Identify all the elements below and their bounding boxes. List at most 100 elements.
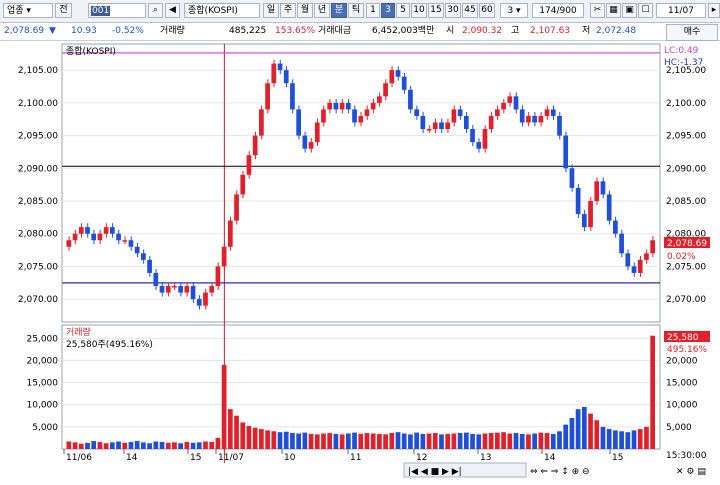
zoom-icons[interactable]: ⇔ ⇐ ⇒ ↕ ⊕ ⊖ (530, 467, 590, 477)
candle-body (271, 63, 277, 84)
grid-icon[interactable]: ▦ (606, 3, 621, 18)
code-value: 001 (91, 6, 111, 16)
volume-bar (513, 433, 519, 449)
volume-bar (650, 335, 655, 449)
checkbox-icon[interactable]: ☐ (638, 3, 653, 18)
candle-body (165, 286, 171, 293)
volume-bar (339, 434, 345, 449)
volume-tick-right: 15,000 (666, 379, 698, 389)
candle-body (283, 70, 289, 84)
period-button-3[interactable]: 년 (314, 3, 330, 18)
current-price-pct: 0.02% (667, 252, 696, 262)
volume-tick-right: 5,000 (666, 423, 692, 433)
chart-area: 2,105.00 2,105.00 2,100.00 2,100.00 2,095.00… (0, 41, 720, 482)
x-label: 14 (126, 453, 138, 463)
candle-body (495, 109, 500, 116)
price-tick-left: 2,085.00 (18, 197, 58, 207)
volume-bar (103, 443, 109, 449)
interval-button-4[interactable]: 15 (428, 3, 444, 18)
period-button-2[interactable]: 월 (297, 3, 313, 18)
interval-button-7[interactable]: 60 (479, 3, 495, 18)
candle-body (314, 122, 320, 143)
volume-bar (308, 433, 314, 449)
lc-label: LC:0.49 (664, 46, 699, 56)
scissors-icon[interactable]: ✂ (590, 3, 605, 18)
x-label: 11/07 (218, 453, 244, 463)
chevron-right-icon[interactable]: ▸ (708, 3, 720, 18)
interval-button-3[interactable]: 10 (411, 3, 427, 18)
volume-bar (172, 442, 177, 449)
period-button-1[interactable]: 주 (280, 3, 296, 18)
candle-body (321, 109, 326, 123)
candle-body (631, 266, 637, 273)
candle-body (209, 286, 215, 293)
interval-select[interactable]: 3 ▾ (500, 3, 528, 18)
volume-bar (72, 442, 78, 449)
x-label: 15 (612, 453, 623, 463)
interval-button-0[interactable]: 1 (366, 3, 380, 18)
scroll-controls[interactable]: |◀ ◀ ■ ▶ ▶| (403, 462, 527, 478)
period-button-0[interactable]: 일 (263, 3, 279, 18)
candle-body (619, 233, 624, 254)
candle-body (451, 109, 457, 123)
volume-bar (507, 433, 513, 449)
interval-select-value: 3 (507, 6, 514, 16)
candle-body (339, 102, 345, 110)
volume-bar (364, 433, 370, 449)
candle-body (600, 181, 606, 195)
volume-bar (122, 442, 128, 449)
zoom-controls[interactable]: ⇔ ⇐ ⇒ ↕ ⊕ ⊖ (530, 467, 590, 477)
market-select[interactable]: 업종 ▾ (3, 3, 53, 18)
search-icon[interactable]: ⌕ (148, 3, 163, 18)
volume-bar (283, 431, 289, 449)
code-input[interactable]: 001 (88, 3, 146, 18)
candle-body (172, 286, 177, 288)
save-icon[interactable]: ▣ (622, 3, 637, 18)
settings-icons[interactable]: ✕ ⚙ ▤ (676, 467, 706, 477)
volume-bar (85, 442, 90, 449)
info-change-pct: -0.52% (112, 26, 144, 36)
price-panel-title: 종합(KOSPI) (66, 46, 116, 57)
candle-body (526, 115, 531, 123)
volume-bar (600, 426, 606, 449)
candle-body (581, 214, 587, 228)
volume-bar (314, 434, 320, 449)
x-label: 12 (416, 453, 427, 463)
volume-bar (445, 433, 451, 449)
scroll-first-icon[interactable]: |◀ ◀ ■ ▶ ▶| (408, 467, 462, 477)
volume-bar (91, 441, 97, 449)
volume-bar (594, 420, 600, 449)
candle-body (246, 155, 252, 175)
volume-bar (184, 441, 190, 449)
chart-svg[interactable]: 2,105.00 2,105.002,100.00 2,100.002,095.00… (0, 41, 720, 482)
info-bar: 2,078.69 ▼ 10.93 -0.52% 거래량 485,225 153.… (0, 23, 720, 41)
period-button-4[interactable]: 분 (331, 3, 347, 18)
candle-body (259, 109, 264, 136)
candle-body (153, 272, 159, 287)
speaker-icon[interactable]: ◀ (165, 3, 180, 18)
info-change: 10.93 (71, 26, 97, 36)
candle-body (637, 259, 643, 273)
buy-button[interactable]: 매수 (666, 24, 718, 41)
candle-body (85, 227, 90, 234)
interval-button-5[interactable]: 30 (445, 3, 461, 18)
candle-body (364, 109, 370, 116)
interval-button-1[interactable]: 3 (381, 3, 395, 18)
volume-bar (196, 442, 202, 449)
candle-body (513, 96, 519, 110)
candle-body (482, 129, 488, 149)
volume-bar (116, 441, 121, 449)
volume-bar (203, 441, 208, 449)
interval-button-2[interactable]: 5 (396, 3, 410, 18)
volume-bar (271, 431, 277, 449)
market-jeon-button[interactable]: 전 (55, 3, 72, 18)
interval-button-6[interactable]: 45 (462, 3, 478, 18)
candle-body (352, 109, 357, 123)
volume-bar (414, 432, 419, 449)
time-label: 15:30:00 (666, 451, 707, 461)
candle-body (569, 168, 575, 188)
volume-tick-left: 15,000 (27, 379, 59, 389)
period-button-5[interactable]: 틱 (348, 3, 364, 18)
candle-body (401, 76, 407, 90)
candle-body (383, 83, 388, 97)
